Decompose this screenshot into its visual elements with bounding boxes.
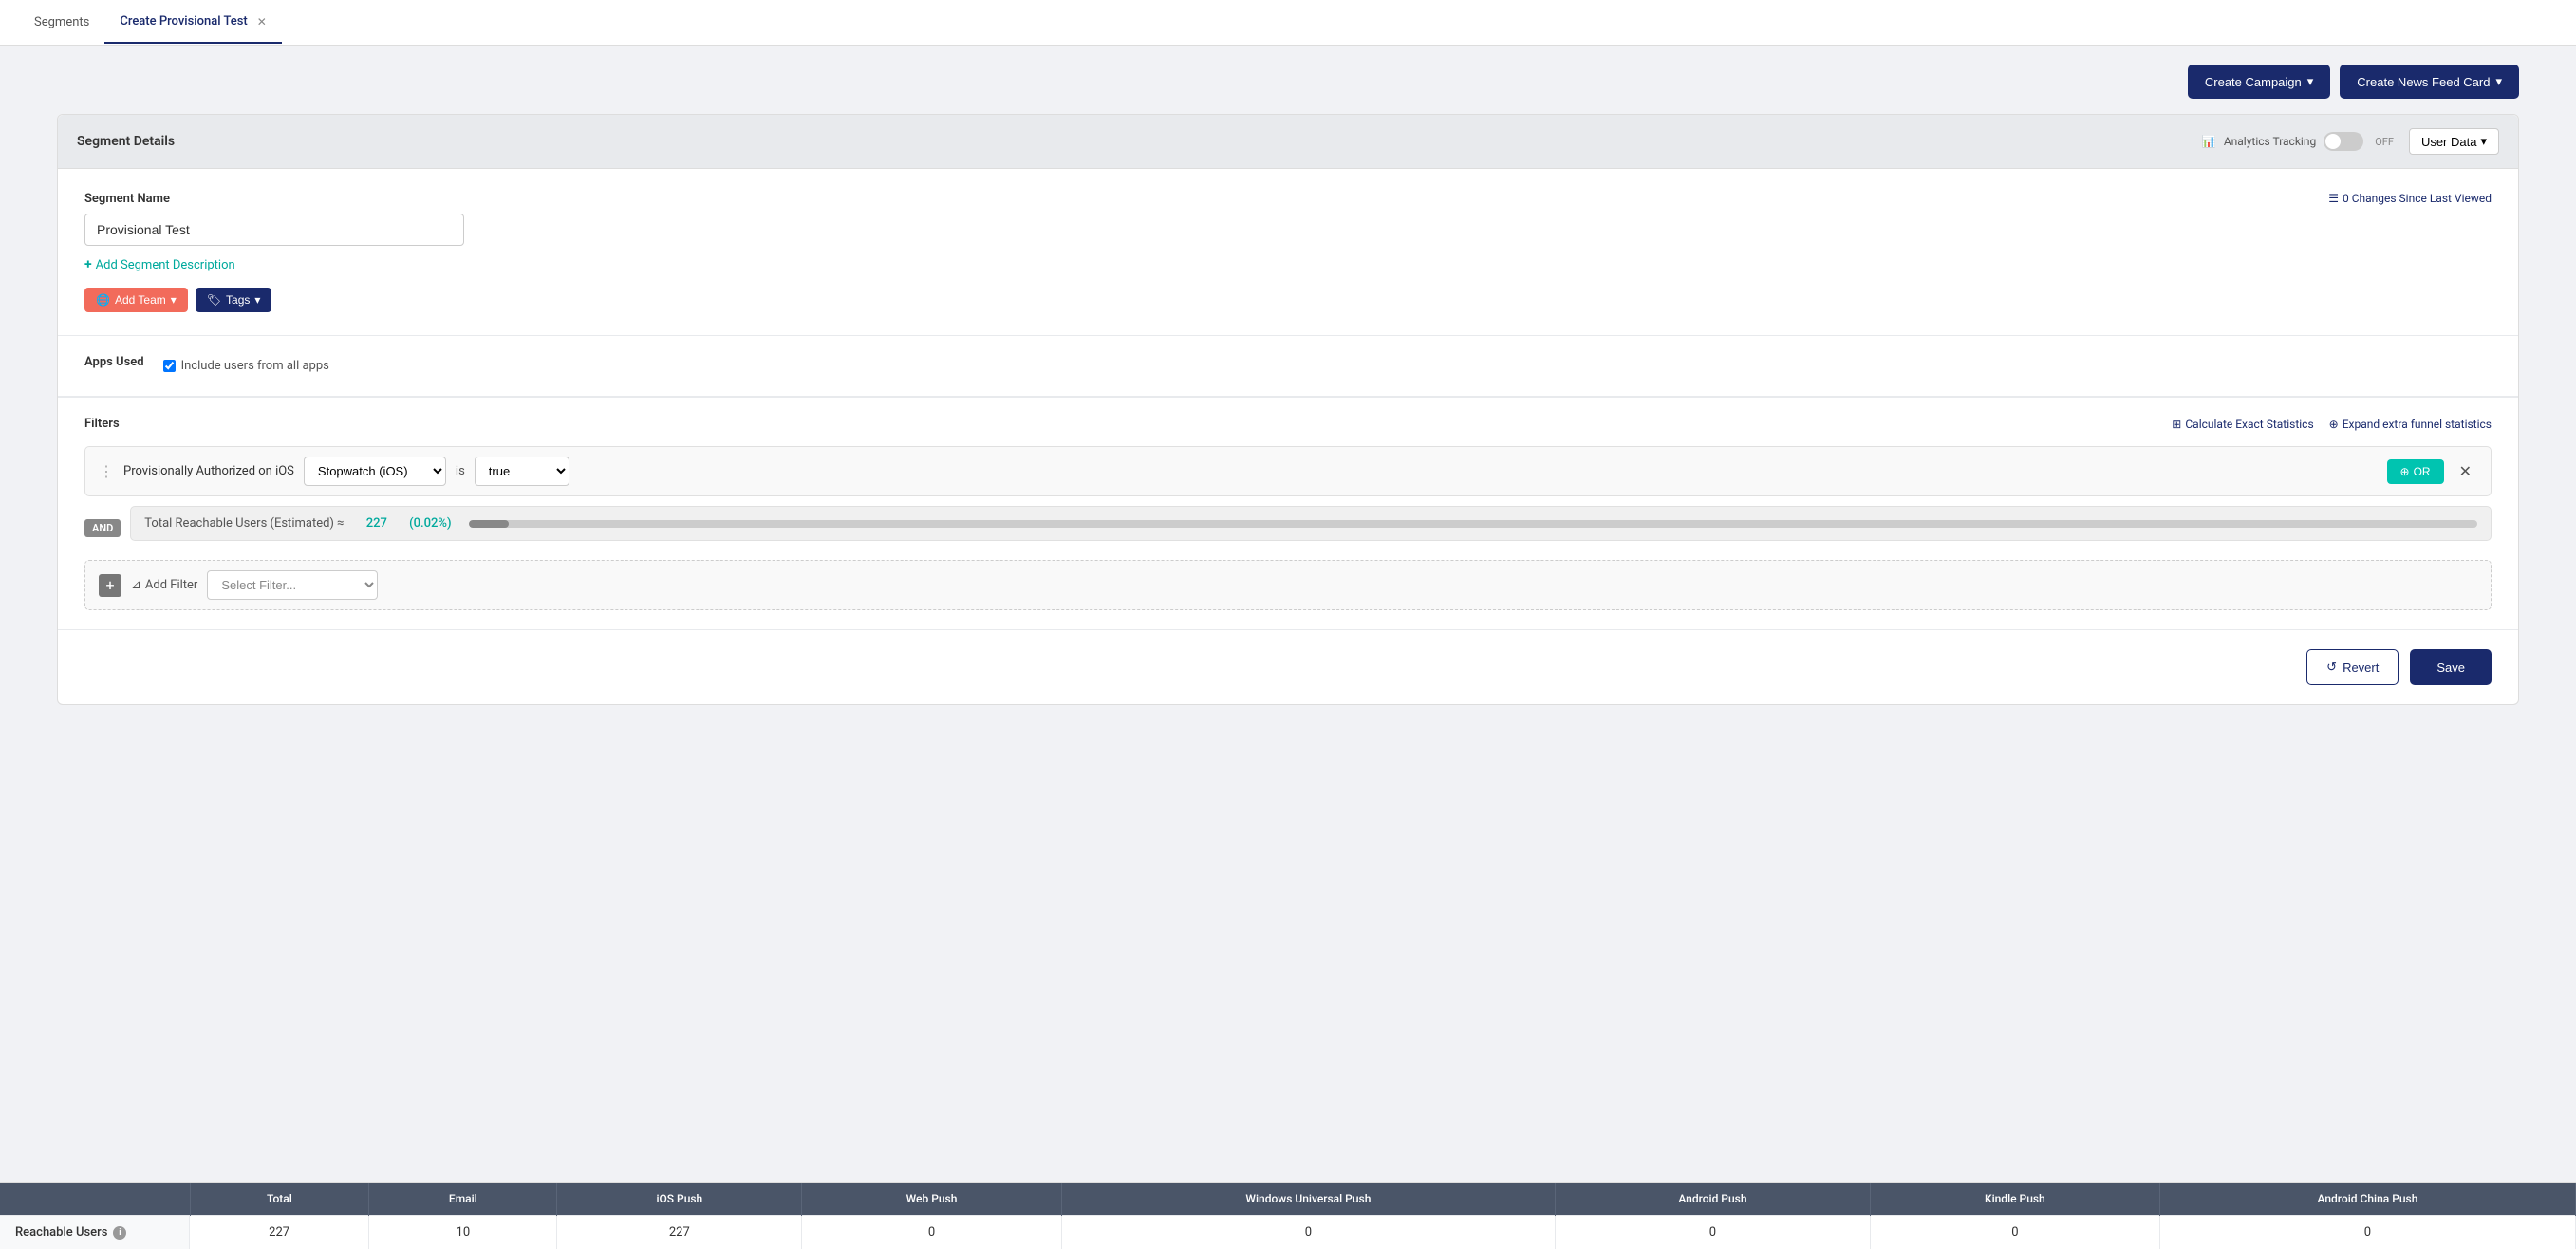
expand-funnel-statistics-link[interactable]: ⊕ Expand extra funnel statistics xyxy=(2329,418,2492,431)
select-filter-dropdown[interactable]: Select Filter... xyxy=(207,570,378,600)
revert-button[interactable]: ↺ Revert xyxy=(2306,649,2399,685)
col-header-android-china-push: Android China Push xyxy=(2159,1183,2575,1216)
filter-row-1: ⋮ Provisionally Authorized on iOS Stopwa… xyxy=(84,446,2492,496)
globe-icon: 🌐 xyxy=(96,293,110,307)
segment-name-section: Segment Name ☰ 0 Changes Since Last View… xyxy=(58,169,2518,335)
cell-ios-push: 227 xyxy=(557,1215,802,1249)
plus-icon: ⊕ xyxy=(2400,465,2410,478)
add-filter-plus-button[interactable]: + xyxy=(99,574,121,597)
col-header-total: Total xyxy=(190,1183,369,1216)
apps-used-label: Apps Used xyxy=(84,355,144,369)
remove-filter-button[interactable]: ✕ xyxy=(2454,460,2477,483)
col-header-empty xyxy=(0,1183,190,1216)
reachable-users-row: Total Reachable Users (Estimated) ≈ 227 … xyxy=(130,506,2492,541)
segment-name-left: Segment Name xyxy=(84,192,2328,246)
card-header-right: 📊 Analytics Tracking OFF User Data ▾ xyxy=(2202,128,2499,155)
reachable-count: 227 xyxy=(366,516,387,531)
chevron-down-icon: ▾ xyxy=(171,293,177,307)
tab-create-provisional-test[interactable]: Create Provisional Test ✕ xyxy=(104,1,281,44)
create-campaign-button[interactable]: Create Campaign ▾ xyxy=(2188,65,2330,99)
list-icon: ☰ xyxy=(2328,192,2339,205)
tag-buttons-row: 🌐 Add Team ▾ 🏷 Tags ▾ xyxy=(84,288,2492,312)
action-buttons-row: Create Campaign ▾ Create News Feed Card … xyxy=(57,65,2519,99)
col-header-email: Email xyxy=(369,1183,557,1216)
stats-table-container: Total Email iOS Push Web Push Windows Un… xyxy=(0,1182,2576,1249)
cell-total: 227 xyxy=(190,1215,369,1249)
chevron-down-icon: ▾ xyxy=(2480,134,2487,149)
tag-icon: 🏷 xyxy=(207,293,221,307)
include-all-apps-checkbox-label[interactable]: Include users from all apps xyxy=(163,359,329,373)
plus-circle-icon: ⊕ xyxy=(2329,418,2339,431)
col-header-kindle-push: Kindle Push xyxy=(1870,1183,2159,1216)
filter-operator-text: is xyxy=(456,464,465,478)
info-icon[interactable]: i xyxy=(113,1226,126,1240)
segment-card: Segment Details 📊 Analytics Tracking OFF… xyxy=(57,114,2519,705)
tags-button[interactable]: 🏷 Tags ▾ xyxy=(196,288,272,312)
tab-bar: Segments Create Provisional Test ✕ xyxy=(0,0,2576,46)
user-data-button[interactable]: User Data ▾ xyxy=(2409,128,2499,155)
filters-section: Filters ⊞ Calculate Exact Statistics ⊕ E… xyxy=(58,398,2518,629)
col-header-web-push: Web Push xyxy=(802,1183,1062,1216)
calculator-icon: ⊞ xyxy=(2172,418,2181,431)
filter-icon: ⊿ xyxy=(131,578,141,592)
reachable-bar-container xyxy=(469,520,2477,528)
cell-web-push: 0 xyxy=(802,1215,1062,1249)
plus-icon: + xyxy=(84,257,92,272)
cell-android-china-push: 0 xyxy=(2159,1215,2575,1249)
add-segment-description-link[interactable]: + Add Segment Description xyxy=(84,257,2492,272)
calculate-exact-statistics-link[interactable]: ⊞ Calculate Exact Statistics xyxy=(2172,418,2313,431)
save-button[interactable]: Save xyxy=(2410,649,2492,685)
add-team-button[interactable]: 🌐 Add Team ▾ xyxy=(84,288,188,312)
table-row: Reachable Users i 227 10 227 0 0 0 0 0 xyxy=(0,1215,2576,1249)
cell-windows-push: 0 xyxy=(1061,1215,1555,1249)
tab-close-icon[interactable]: ✕ xyxy=(257,15,267,28)
filter-app-select[interactable]: Stopwatch (iOS) xyxy=(304,457,446,486)
toggle-knob xyxy=(2325,134,2341,149)
segment-name-row: Segment Name ☰ 0 Changes Since Last View… xyxy=(84,192,2492,246)
create-news-feed-button[interactable]: Create News Feed Card ▾ xyxy=(2340,65,2519,99)
chevron-down-icon: ▾ xyxy=(2307,74,2314,89)
filters-header: Filters ⊞ Calculate Exact Statistics ⊕ E… xyxy=(84,417,2492,431)
card-footer: ↺ Revert Save xyxy=(58,629,2518,704)
cell-android-push: 0 xyxy=(1556,1215,1871,1249)
chevron-down-icon: ▾ xyxy=(2495,74,2502,89)
segment-name-label: Segment Name xyxy=(84,192,2328,206)
col-header-android-push: Android Push xyxy=(1556,1183,1871,1216)
main-content: Create Campaign ▾ Create News Feed Card … xyxy=(0,46,2576,724)
cell-kindle-push: 0 xyxy=(1870,1215,2159,1249)
filter-condition-text: Provisionally Authorized on iOS xyxy=(123,464,294,478)
analytics-chart-icon: 📊 xyxy=(2202,135,2216,148)
reachable-row-container: AND Total Reachable Users (Estimated) ≈ … xyxy=(84,506,2492,550)
add-filter-row: + ⊿ Add Filter Select Filter... xyxy=(84,560,2492,610)
reachable-bar xyxy=(469,520,509,528)
segment-details-title: Segment Details xyxy=(77,134,175,149)
add-filter-label: ⊿ Add Filter xyxy=(131,578,197,592)
drag-handle-icon[interactable]: ⋮ xyxy=(99,462,114,480)
col-header-ios-push: iOS Push xyxy=(557,1183,802,1216)
col-header-windows-push: Windows Universal Push xyxy=(1061,1183,1555,1216)
cell-email: 10 xyxy=(369,1215,557,1249)
changes-since-last-viewed-link[interactable]: ☰ 0 Changes Since Last Viewed xyxy=(2328,192,2492,205)
filters-title: Filters xyxy=(84,417,120,431)
and-badge: AND xyxy=(84,519,121,537)
analytics-tracking-area: 📊 Analytics Tracking OFF xyxy=(2202,132,2394,151)
chevron-down-icon: ▾ xyxy=(254,293,260,307)
stats-table: Total Email iOS Push Web Push Windows Un… xyxy=(0,1183,2576,1249)
tab-segments[interactable]: Segments xyxy=(19,2,104,43)
include-all-apps-checkbox[interactable] xyxy=(163,360,176,372)
revert-icon: ↺ xyxy=(2326,660,2337,675)
or-button[interactable]: ⊕ OR xyxy=(2387,459,2444,484)
apps-used-section: Apps Used Include users from all apps xyxy=(58,336,2518,397)
reachable-text: Total Reachable Users (Estimated) ≈ xyxy=(144,516,344,531)
segment-name-input[interactable] xyxy=(84,214,464,246)
reachable-pct: (0.02%) xyxy=(409,516,451,531)
card-header: Segment Details 📊 Analytics Tracking OFF… xyxy=(58,115,2518,169)
filters-actions: ⊞ Calculate Exact Statistics ⊕ Expand ex… xyxy=(2172,418,2492,431)
analytics-toggle[interactable] xyxy=(2324,132,2363,151)
row-label-reachable-users: Reachable Users i xyxy=(0,1215,190,1249)
filter-value-select[interactable]: true xyxy=(475,457,569,486)
